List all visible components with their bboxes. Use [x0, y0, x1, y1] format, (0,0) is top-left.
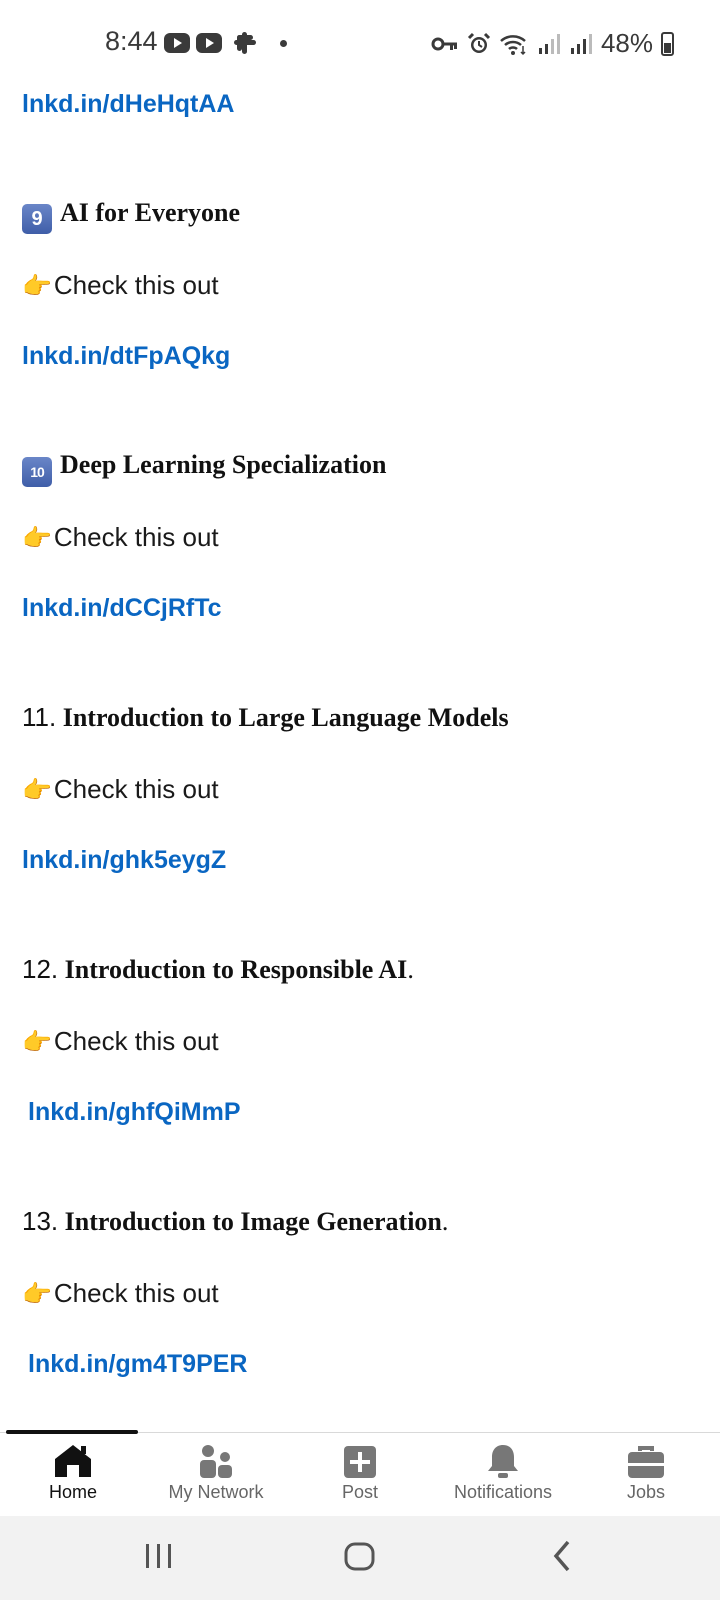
youtube-icon — [164, 33, 190, 53]
back-icon[interactable] — [548, 1536, 576, 1576]
nav-my-network[interactable]: My Network — [146, 1439, 286, 1503]
link[interactable]: lnkd.in/gm4T9PER — [28, 1350, 247, 1379]
nav-jobs[interactable]: Jobs — [576, 1439, 716, 1503]
home-icon — [3, 1439, 143, 1479]
call-to-action: 👉Check this out — [22, 270, 219, 300]
list-item-title: 10 Deep Learning Specialization — [22, 450, 386, 487]
signal-icon — [538, 33, 560, 54]
more-notifications-icon — [280, 39, 287, 47]
home-button-icon[interactable] — [340, 1536, 380, 1576]
pointing-hand-icon: 👉 — [22, 1029, 52, 1056]
vpn-key-icon — [431, 37, 457, 50]
call-to-action: 👉Check this out — [22, 1278, 219, 1308]
link[interactable]: lnkd.in/dCCjRfTc — [22, 594, 222, 623]
pointing-hand-icon: 👉 — [22, 1281, 52, 1308]
bell-icon — [433, 1439, 573, 1479]
call-to-action: 👉Check this out — [22, 774, 219, 804]
link[interactable]: lnkd.in/dtFpAQkg — [22, 342, 230, 371]
link[interactable]: lnkd.in/dHeHqtAA — [22, 90, 235, 119]
battery-percent: 48% — [600, 28, 653, 58]
status-bar: 8:44 48% — [0, 0, 720, 88]
bottom-nav: Home My Network Post Notifications Jobs — [0, 1430, 720, 1517]
list-item-title: 9 AI for Everyone — [22, 198, 240, 234]
keycap-9-icon: 9 — [22, 204, 52, 234]
active-tab-indicator — [6, 1430, 138, 1434]
list-item-title: 13. Introduction to Image Generation. — [22, 1206, 449, 1236]
link[interactable]: lnkd.in/ghfQiMmP — [28, 1098, 241, 1127]
keycap-10-icon: 10 — [22, 457, 52, 487]
system-status: 48% — [431, 28, 674, 59]
pointing-hand-icon: 👉 — [22, 273, 52, 300]
notification-icons — [164, 32, 287, 54]
nav-post[interactable]: Post — [290, 1439, 430, 1503]
slack-icon — [234, 32, 256, 54]
pointing-hand-icon: 👉 — [22, 525, 52, 552]
people-icon — [146, 1439, 286, 1479]
wifi-icon — [500, 34, 526, 55]
nav-notifications[interactable]: Notifications — [433, 1439, 573, 1503]
pointing-hand-icon: 👉 — [22, 777, 52, 804]
call-to-action: 👉Check this out — [22, 1026, 219, 1056]
add-post-icon — [290, 1439, 430, 1479]
signal-icon — [570, 33, 592, 54]
call-to-action: 👉Check this out — [22, 522, 219, 552]
list-item-title: 12. Introduction to Responsible AI. — [22, 954, 414, 984]
recent-apps-icon[interactable] — [144, 1536, 174, 1576]
alarm-icon — [467, 32, 491, 53]
nav-home[interactable]: Home — [3, 1439, 143, 1503]
list-item-title: 11. Introduction to Large Language Model… — [22, 702, 509, 732]
system-nav-bar — [0, 1516, 720, 1600]
status-time: 8:44 — [105, 26, 158, 56]
youtube-icon — [196, 33, 222, 53]
link[interactable]: lnkd.in/ghk5eygZ — [22, 846, 226, 875]
briefcase-icon — [576, 1439, 716, 1479]
battery-icon — [661, 31, 674, 56]
